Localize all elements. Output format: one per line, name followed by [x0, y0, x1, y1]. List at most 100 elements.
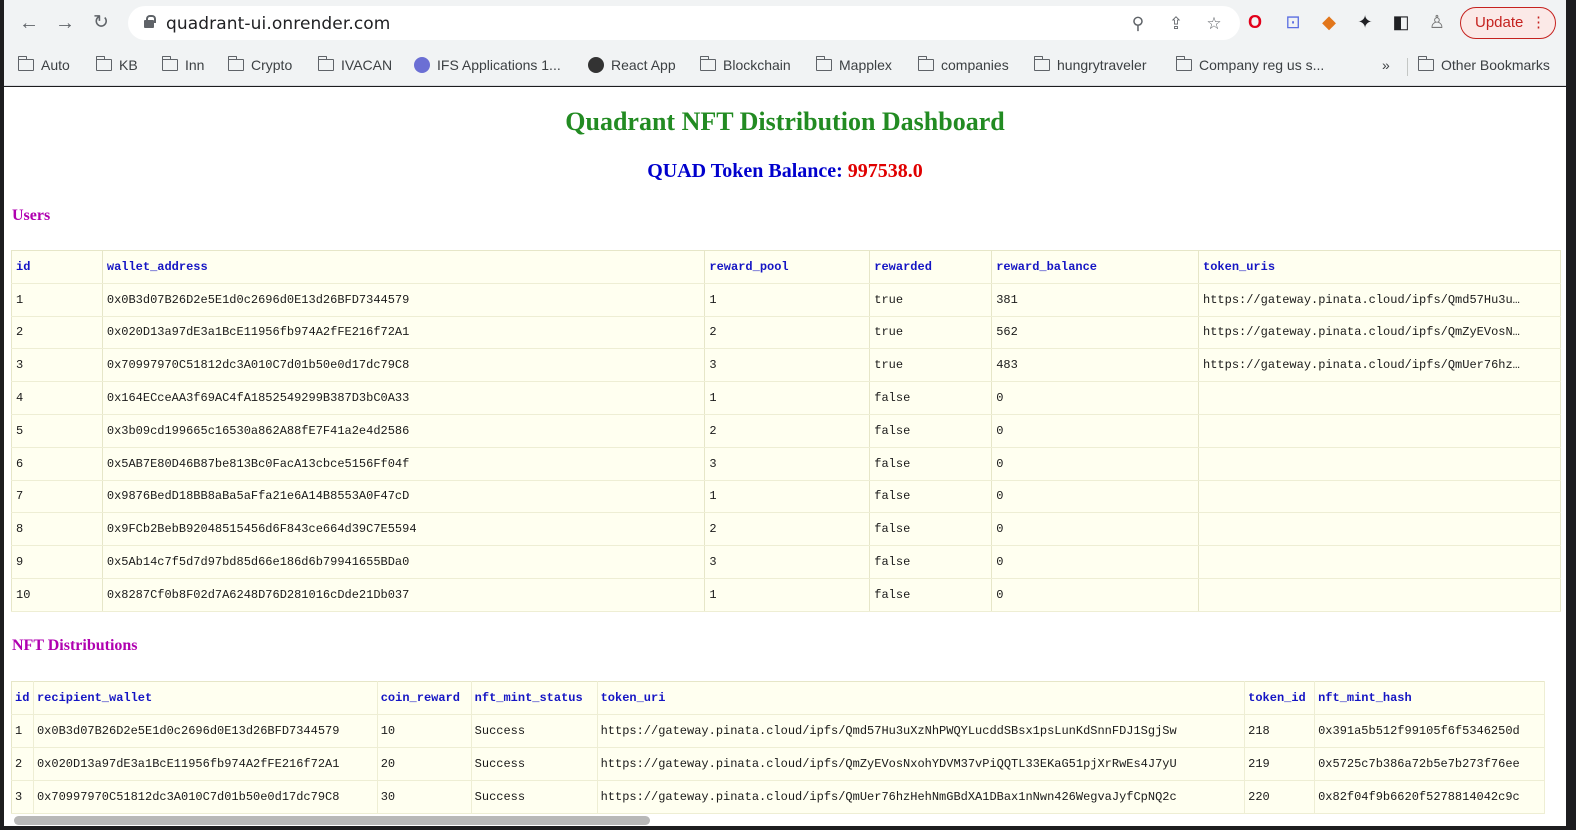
column-header: token_uri	[597, 681, 1246, 715]
folder-icon	[95, 56, 112, 71]
cell-reward-pool: 1	[704, 283, 871, 317]
cell-coin-reward: 20	[377, 747, 472, 781]
folder-icon	[815, 56, 832, 71]
cell-reward-balance: 0	[991, 447, 1200, 481]
table-row: 3 0x70997970C51812dc3A010C7d01b50e0d17dc7…	[11, 348, 1561, 383]
cell-wallet-address: 0x5Ab14c7f5d7d97bd85d66e186d6b79941655BD…	[102, 545, 706, 579]
folder-icon	[1033, 56, 1050, 71]
cell-nft-mint-hash: 0x5725c7b386a72b5e7b273f76ee	[1314, 747, 1545, 781]
nft-section-title: NFT Distributions	[12, 637, 138, 654]
screen-extension-icon[interactable]: ⊡	[1282, 11, 1304, 33]
cell-rewarded: false	[869, 381, 993, 415]
cell-rewarded: true	[869, 348, 993, 383]
forward-arrow-icon[interactable]: →	[52, 10, 78, 36]
share-icon[interactable]: ⇪	[1166, 14, 1186, 34]
cell-reward-balance: 0	[991, 480, 1200, 514]
update-button-label: Update	[1475, 14, 1524, 31]
folder-icon	[161, 56, 178, 71]
cell-token-id: 218	[1244, 714, 1316, 748]
bookmark-inn[interactable]: Inn	[161, 54, 204, 76]
bookmark-company-reg[interactable]: Company reg us s...	[1175, 54, 1324, 76]
bookmark-other[interactable]: Other Bookmarks	[1417, 54, 1550, 76]
column-header: nft_mint_hash	[1314, 681, 1545, 715]
cell-reward-balance: 562	[991, 316, 1200, 350]
address-bar-url[interactable]: quadrant-ui.onrender.com	[166, 14, 390, 34]
users-header-row: id wallet_address reward_pool rewarded r…	[11, 250, 1561, 284]
bookmarks-overflow-button[interactable]: »	[1382, 54, 1390, 76]
bookmark-star-icon[interactable]: ☆	[1204, 14, 1224, 34]
ifs-favicon-icon	[414, 57, 430, 73]
bookmark-auto[interactable]: Auto	[17, 54, 70, 76]
reload-icon[interactable]: ↻	[88, 10, 114, 36]
column-header: id	[11, 681, 34, 715]
cell-id: 1	[11, 714, 34, 748]
cell-token-id: 219	[1244, 747, 1316, 781]
cell-wallet-address: 0x8287Cf0b8F02d7A6248D76D281016cDde21Db0…	[102, 578, 706, 612]
horizontal-scrollbar[interactable]	[14, 816, 650, 825]
bookmark-mapplex[interactable]: Mapplex	[815, 54, 892, 76]
cell-wallet-address: 0x70997970C51812dc3A010C7d01b50e0d17dc79…	[102, 348, 706, 383]
cell-id: 3	[11, 780, 34, 814]
bookmark-ifs[interactable]: IFS Applications 1...	[414, 54, 561, 76]
cell-id: 6	[11, 447, 103, 481]
cell-id: 10	[11, 578, 103, 612]
bookmark-companies[interactable]: companies	[917, 54, 1009, 76]
bookmark-ivacan[interactable]: IVACAN	[317, 54, 392, 76]
cell-nft-mint-hash: 0x82f04f9b6620f5278814042c9c	[1314, 780, 1545, 814]
cell-rewarded: true	[869, 283, 993, 317]
folder-icon	[17, 56, 34, 71]
cell-rewarded: false	[869, 512, 993, 547]
bookmark-blockchain[interactable]: Blockchain	[699, 54, 791, 76]
page-content: Quadrant NFT Distribution Dashboard QUAD…	[4, 87, 1566, 826]
bookmark-kb[interactable]: KB	[95, 54, 138, 76]
bookmark-react-app[interactable]: React App	[588, 54, 676, 76]
table-row: 6 0x5AB7E80D46B87be813Bc0FacA13cbce5156Ff…	[11, 447, 1561, 481]
cell-reward-pool: 3	[704, 447, 871, 481]
side-panel-icon[interactable]: ◧	[1390, 11, 1412, 33]
address-bar[interactable]: quadrant-ui.onrender.com ⚲ ⇪ ☆	[128, 6, 1240, 40]
cell-token-uris	[1198, 414, 1561, 448]
opera-extension-icon[interactable]: O	[1244, 11, 1266, 33]
cell-nft-mint-status: Success	[471, 747, 598, 781]
menu-dots-icon[interactable]: ⋮	[1531, 8, 1546, 37]
cell-id: 5	[11, 414, 103, 448]
bookmark-crypto[interactable]: Crypto	[227, 54, 292, 76]
lock-icon	[144, 15, 156, 28]
column-header: token_id	[1244, 681, 1316, 715]
back-arrow-icon[interactable]: ←	[16, 10, 42, 36]
column-header: id	[11, 250, 103, 284]
cell-reward-balance: 0	[991, 545, 1200, 579]
cell-wallet-address: 0x020D13a97dE3a1BcE11956fb974A2fFE216f72…	[102, 316, 706, 350]
cell-token-uris	[1198, 545, 1561, 579]
bookmarks-bar: Auto KB Inn Crypto IVACAN IFS Applicatio…	[4, 46, 1566, 86]
cell-token-uris: https://gateway.pinata.cloud/ipfs/QmUer7…	[1198, 348, 1561, 383]
balance-value: 997538.0	[847, 160, 923, 182]
cell-id: 8	[11, 512, 103, 547]
cell-reward-balance: 381	[991, 283, 1200, 317]
cell-rewarded: false	[869, 545, 993, 579]
cell-token-uris	[1198, 447, 1561, 481]
bookmark-hungrytraveler[interactable]: hungrytraveler	[1033, 54, 1147, 76]
profile-avatar-icon[interactable]: ♙	[1426, 11, 1448, 33]
cell-token-uris	[1198, 480, 1561, 514]
table-row: 4 0x164ECceAA3f69AC4fA1852549299B387D3bC0…	[11, 381, 1561, 415]
table-row: 2 0x020D13a97dE3a1BcE11956fb974A2fFE216f7…	[11, 316, 1561, 350]
zoom-icon[interactable]: ⚲	[1128, 14, 1148, 34]
cell-reward-pool: 1	[704, 578, 871, 612]
table-row: 8 0x9FCb2BebB92048515456d6F843ce664d39C7E…	[11, 512, 1561, 547]
update-button[interactable]: Update ⋮	[1460, 7, 1556, 39]
cell-nft-mint-status: Success	[471, 780, 598, 814]
cell-reward-pool: 2	[704, 316, 871, 350]
nft-header-row: id recipient_wallet coin_reward nft_mint…	[11, 681, 1545, 715]
cell-reward-pool: 2	[704, 512, 871, 547]
cell-wallet-address: 0x3b09cd199665c16530a862A88fE7F41a2e4d25…	[102, 414, 706, 448]
page-title: Quadrant NFT Distribution Dashboard	[565, 107, 1005, 136]
users-table: id wallet_address reward_pool rewarded r…	[11, 250, 1561, 612]
cell-reward-balance: 0	[991, 381, 1200, 415]
cell-recipient-wallet: 0x70997970C51812dc3A010C7d01b50e0d17dc79…	[33, 780, 378, 814]
extensions-puzzle-icon[interactable]: ✦	[1354, 11, 1376, 33]
browser-chrome: ← → ↻ quadrant-ui.onrender.com ⚲ ⇪ ☆ O ⊡…	[4, 0, 1566, 86]
cell-id: 4	[11, 381, 103, 415]
cell-token-uris	[1198, 512, 1561, 547]
metamask-extension-icon[interactable]: ◆	[1318, 11, 1340, 33]
